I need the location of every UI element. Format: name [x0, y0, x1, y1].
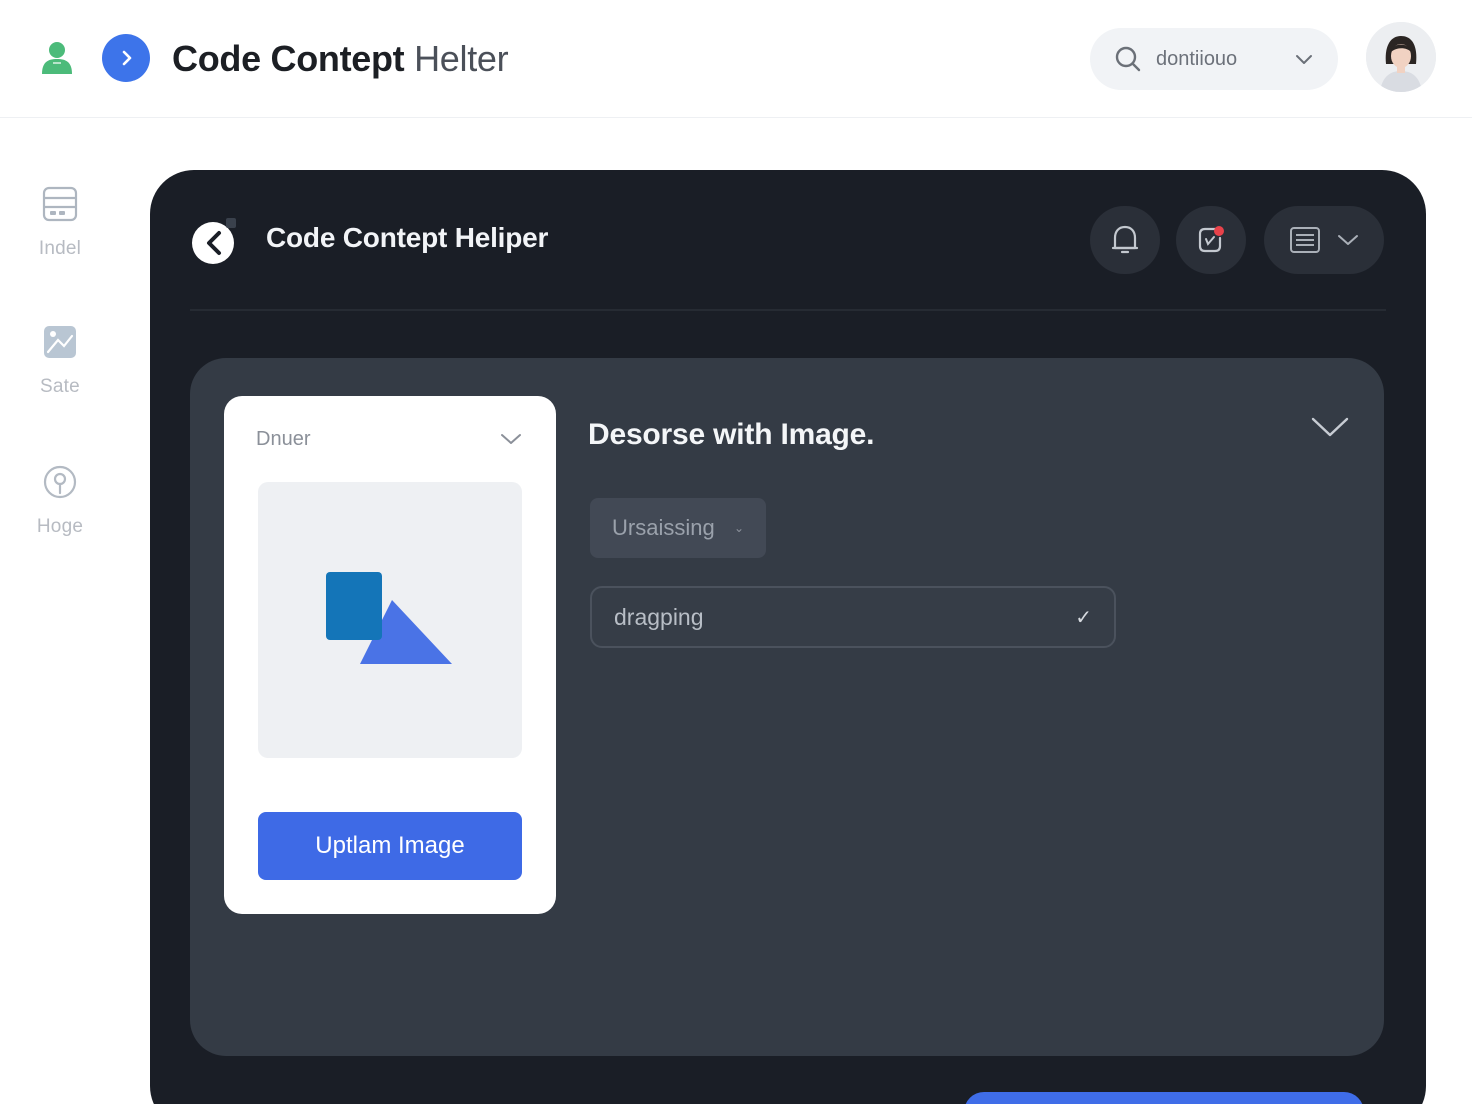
search-dropdown[interactable]: dontiiouo [1090, 28, 1338, 90]
image-edit-icon [44, 326, 76, 358]
bell-button[interactable] [1090, 206, 1160, 274]
chevron-down-icon [1296, 55, 1312, 64]
processing-select[interactable]: Ursaissing ⌄ [590, 498, 766, 558]
chevron-right-icon [122, 50, 132, 66]
app-title: Code Contept Helter [172, 36, 509, 82]
chevron-down-icon [1338, 235, 1358, 245]
image-placeholder-icon [326, 572, 452, 664]
user-avatar-icon [1366, 22, 1436, 92]
main-panel: Code Contept Heliper Dnuer Uptlam Image … [150, 170, 1426, 1104]
chevron-down-icon[interactable] [1310, 414, 1350, 440]
sidebar-item-indel[interactable]: Indel [0, 184, 120, 260]
app-title-main: Code Contept [172, 38, 405, 79]
section-title: Desorse with Image. [588, 418, 875, 451]
content-card: Dnuer Uptlam Image Desorse with Image. U… [190, 358, 1384, 1056]
sidebar-item-hoge[interactable]: Hoge [0, 462, 120, 538]
search-value: dontiiouo [1156, 47, 1238, 70]
upload-type-select[interactable]: Dnuer [256, 424, 522, 454]
processing-select-value: Ursaissing [612, 515, 715, 540]
user-icon [42, 42, 72, 74]
upload-card: Dnuer Uptlam Image [224, 396, 556, 914]
notification-button[interactable] [1176, 206, 1246, 274]
expand-button[interactable] [102, 34, 150, 82]
caret-down-icon: ⌄ [733, 521, 744, 535]
app-title-secondary: Helter [414, 38, 509, 79]
database-icon [42, 186, 78, 222]
avatar[interactable] [1366, 22, 1436, 92]
check-icon: ✓ [1075, 606, 1092, 629]
sidebar-item-sate[interactable]: Sate [0, 322, 120, 398]
upload-image-button[interactable]: Uptlam Image [258, 812, 522, 880]
app-logo-icon [192, 218, 236, 264]
sidebar-item-label: Sate [40, 376, 80, 397]
search-icon [1115, 46, 1141, 72]
view-menu-button[interactable] [1264, 206, 1384, 274]
location-icon [43, 465, 77, 499]
list-icon [1290, 227, 1320, 253]
sidebar-item-label: Hoge [36, 516, 84, 537]
panel-title: Code Contept Heliper [266, 222, 549, 253]
image-preview[interactable] [258, 482, 522, 758]
sidebar: Indel Sate Hoge [0, 118, 120, 1104]
top-bar: Code Contept Helter dontiiouo [0, 0, 1472, 118]
primary-action-button[interactable] [964, 1092, 1364, 1104]
mode-field[interactable]: dragping ✓ [590, 586, 1116, 648]
notification-icon [1198, 226, 1224, 253]
sidebar-item-label: Indel [38, 238, 82, 259]
chevron-down-icon [501, 434, 521, 444]
upload-select-value: Dnuer [256, 427, 311, 450]
divider [190, 309, 1386, 311]
mode-field-value: dragping [614, 603, 704, 630]
bell-icon [1111, 225, 1139, 254]
